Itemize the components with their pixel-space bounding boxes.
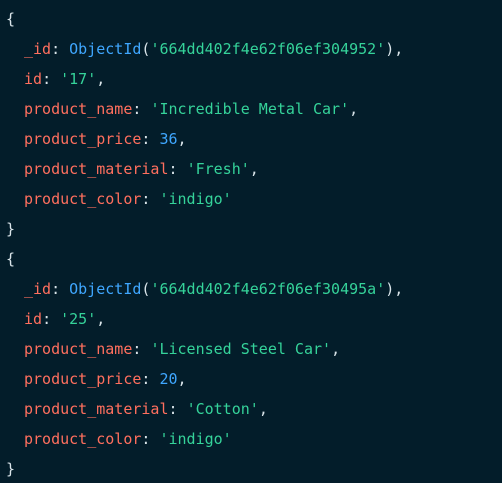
field-value: '664dd402f4e62f06ef304952': [150, 40, 386, 58]
field-value: '25': [60, 310, 97, 328]
document-close-brace: }: [6, 460, 16, 478]
document-close-brace: }: [6, 220, 16, 238]
document-open-brace: {: [6, 10, 16, 28]
field-value: 'Fresh': [186, 160, 250, 178]
field-value: 'indigo': [159, 190, 232, 208]
field-value: 'indigo': [159, 430, 232, 448]
field-row: product_price: 20,: [24, 370, 187, 388]
field-key: product_color: [24, 430, 142, 448]
field-row: id: '25',: [24, 310, 106, 328]
field-key: id: [24, 70, 43, 88]
objectid-function: ObjectId: [69, 280, 142, 298]
query-results-output: { _id: ObjectId('664dd402f4e62f06ef30495…: [0, 0, 502, 483]
field-row: product_price: 36,: [24, 130, 187, 148]
document-open-brace: {: [6, 250, 16, 268]
field-row: product_material: 'Cotton',: [24, 400, 268, 418]
field-value: '664dd402f4e62f06ef30495a': [150, 280, 386, 298]
field-row: _id: ObjectId('664dd402f4e62f06ef304952'…: [24, 40, 404, 58]
field-row: product_name: 'Incredible Metal Car',: [24, 100, 359, 118]
field-row: id: '17',: [24, 70, 106, 88]
field-row: product_color: 'indigo': [24, 430, 232, 448]
field-key: product_name: [24, 340, 133, 358]
field-value: 'Cotton': [186, 400, 259, 418]
field-key: _id: [24, 40, 52, 58]
field-key: product_name: [24, 100, 133, 118]
field-key: product_material: [24, 160, 169, 178]
field-key: product_color: [24, 190, 142, 208]
field-row: product_material: 'Fresh',: [24, 160, 259, 178]
field-row: product_color: 'indigo': [24, 190, 232, 208]
field-row: product_name: 'Licensed Steel Car',: [24, 340, 341, 358]
field-value: 'Incredible Metal Car': [150, 100, 350, 118]
field-value: '17': [60, 70, 97, 88]
field-key: id: [24, 310, 43, 328]
field-value: 'Licensed Steel Car': [150, 340, 332, 358]
field-key: product_price: [24, 130, 142, 148]
field-row: _id: ObjectId('664dd402f4e62f06ef30495a'…: [24, 280, 404, 298]
field-key: _id: [24, 280, 52, 298]
field-value: 20: [159, 370, 178, 388]
field-key: product_price: [24, 370, 142, 388]
field-value: 36: [159, 130, 178, 148]
field-key: product_material: [24, 400, 169, 418]
objectid-function: ObjectId: [69, 40, 142, 58]
